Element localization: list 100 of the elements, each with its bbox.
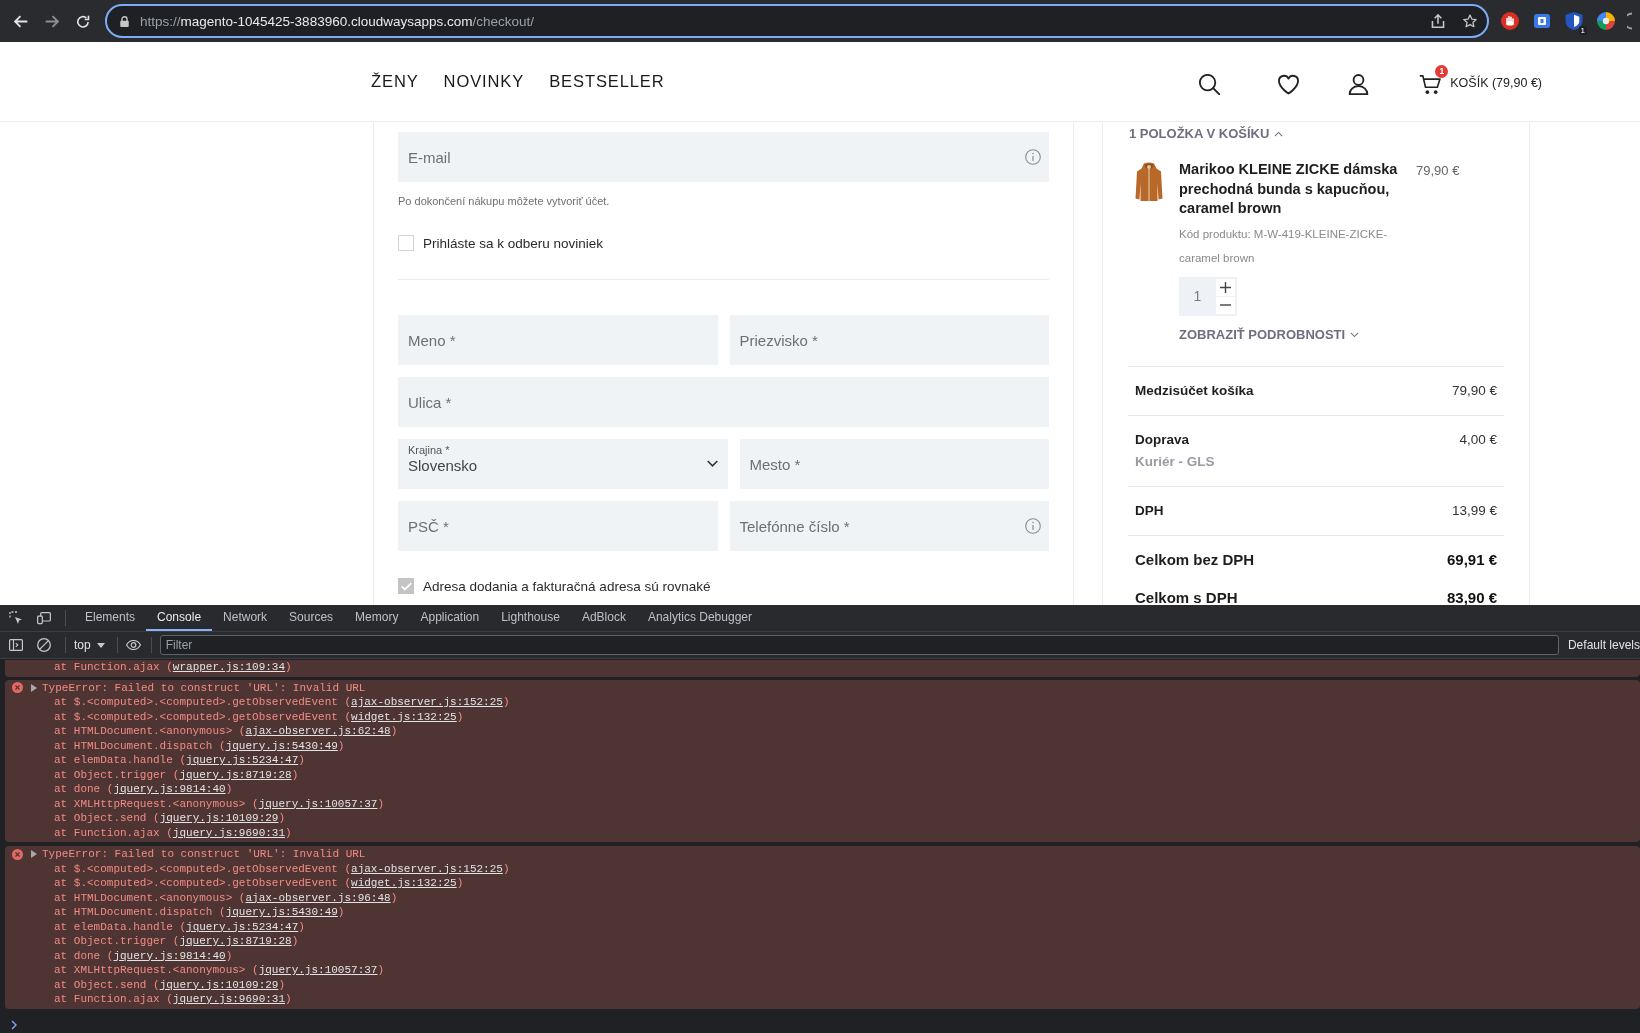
nav-link[interactable]: BESTSELLER <box>549 72 665 91</box>
source-link[interactable]: jquery.js:5234:47 <box>186 920 299 933</box>
nav-link[interactable]: NOVINKY <box>443 72 525 91</box>
caret-down-icon <box>96 642 105 648</box>
clear-console-icon[interactable] <box>37 638 51 652</box>
stack-frame: at HTMLDocument.dispatch (jquery.js:5430:49) <box>54 905 345 920</box>
stack-frame: at Object.trigger (jquery.js:8719:28) <box>54 934 299 949</box>
source-link[interactable]: jquery.js:9690:31 <box>172 993 286 1005</box>
reload-icon[interactable] <box>76 14 90 28</box>
devtools-tab[interactable]: AdBlock <box>570 605 637 631</box>
email-field[interactable]: E-mail <box>398 132 1049 182</box>
source-link[interactable]: jquery.js:10109:29 <box>159 812 279 824</box>
caret-up-icon <box>1274 131 1284 137</box>
user-icon[interactable] <box>1348 74 1370 95</box>
expand-triangle-icon[interactable] <box>31 683 37 692</box>
source-link[interactable]: jquery.js:10057:37 <box>258 964 378 976</box>
url-text[interactable]: https://magento-1045425-3883960.cloudwaysapps.com/checkout/ <box>140 13 535 29</box>
sidebar-toggle-icon[interactable] <box>9 638 23 652</box>
stack-frame: at done (jquery.js:9814:40) <box>54 948 233 963</box>
checkbox[interactable] <box>398 235 414 251</box>
input-field[interactable]: PSČ * <box>398 501 718 551</box>
select-value: Slovensko <box>408 457 478 474</box>
input-field[interactable]: Mesto * <box>739 439 1049 489</box>
forward-arrow-icon[interactable] <box>45 14 59 28</box>
tile-icon[interactable] <box>1533 12 1551 30</box>
filter-field[interactable]: Filter <box>159 635 1559 655</box>
share-icon[interactable] <box>1431 14 1445 28</box>
inspect-icon[interactable] <box>9 611 23 625</box>
source-link[interactable]: jquery.js:9690:31 <box>172 826 286 839</box>
search-icon[interactable] <box>1199 74 1221 95</box>
source-link[interactable]: widget.js:132:25 <box>351 877 457 889</box>
caret-down-icon <box>1350 331 1360 338</box>
devtools-tab[interactable]: Network <box>212 605 279 631</box>
source-link[interactable]: ajax-observer.js:96:48 <box>245 891 391 904</box>
source-link[interactable]: jquery.js:10109:29 <box>159 978 279 991</box>
stack-frame: at XMLHttpRequest.<anonymous> (jquery.js:10057:37) <box>54 963 385 978</box>
input-field[interactable]: Telefónne číslo * <box>729 501 1049 551</box>
stack-frame: at elemData.handle (jquery.js:5234:47) <box>54 753 305 768</box>
stack-frame: at elemData.handle (jquery.js:5234:47) <box>54 919 305 934</box>
source-link[interactable]: ajax-observer.js:152:25 <box>351 696 503 708</box>
log-levels-dropdown[interactable]: Default levels <box>1567 638 1640 652</box>
cart-icon[interactable] <box>1419 74 1442 95</box>
hand-icon[interactable] <box>1501 12 1519 30</box>
plus-icon <box>1220 281 1231 293</box>
stack-frame: at HTMLDocument.<anonymous> (ajax-observer.js:62:48) <box>54 724 398 739</box>
back-arrow-icon[interactable] <box>14 14 28 28</box>
context-dropdown[interactable]: top <box>74 638 105 652</box>
cart-items-toggle[interactable]: 1 POLOŽKA V KOŠÍKU <box>1129 125 1284 143</box>
input-field[interactable]: Priezvisko * <box>729 315 1049 365</box>
checkbox-label: Adresa dodania a fakturačná adresa sú rovnaké <box>423 578 711 594</box>
info-icon[interactable] <box>1025 149 1041 165</box>
decrease-button[interactable] <box>1216 296 1235 314</box>
eye-icon[interactable] <box>125 640 141 650</box>
source-link[interactable]: jquery.js:5430:49 <box>225 739 338 752</box>
star-icon[interactable] <box>1463 14 1477 28</box>
increase-button[interactable] <box>1216 278 1235 296</box>
source-link[interactable]: widget.js:132:25 <box>351 710 457 723</box>
heart-icon[interactable] <box>1278 74 1300 95</box>
shield-icon[interactable] <box>1565 12 1583 30</box>
checkbox-label: Prihláste sa k odberu noviniek <box>423 235 604 251</box>
device-toggle-icon[interactable] <box>37 611 51 625</box>
devtools-tab[interactable]: Memory <box>344 605 410 631</box>
devtools-tab[interactable]: Lighthouse <box>490 605 571 631</box>
show-details-toggle[interactable]: ZOBRAZIŤ PODROBNOSTI <box>1179 326 1360 343</box>
source-link[interactable]: jquery.js:8719:28 <box>179 768 292 781</box>
account-note: Po dokončení nákupu môžete vytvoriť účet. <box>398 194 610 208</box>
devtools-tab[interactable]: Elements <box>74 605 147 631</box>
stack-frame: at Function.ajax (jquery.js:9690:31) <box>54 992 292 1007</box>
source-link[interactable]: jquery.js:9814:40 <box>113 783 226 795</box>
address-bar[interactable]: https://magento-1045425-3883960.cloudwaysapps.com/checkout/ <box>105 4 1489 38</box>
cart-link[interactable]: KOŠÍK (79,90 €) <box>1450 75 1542 90</box>
quantity-field[interactable]: 1 <box>1179 276 1237 316</box>
devtools-tab[interactable]: Application <box>409 605 491 631</box>
source-link[interactable]: jquery.js:9814:40 <box>113 949 226 962</box>
info-icon[interactable] <box>1025 518 1041 534</box>
source-link[interactable]: ajax-observer.js:152:25 <box>351 862 503 875</box>
total-value: 69,91 € <box>1446 549 1497 570</box>
expand-triangle-icon[interactable] <box>31 850 37 859</box>
prompt-chevron-icon[interactable] <box>11 1019 17 1030</box>
source-link[interactable]: wrapper.js:109:34 <box>172 661 286 673</box>
error-icon <box>12 682 23 694</box>
input-field[interactable]: Ulica * <box>398 377 1049 427</box>
source-link[interactable]: jquery.js:5430:49 <box>225 906 338 918</box>
source-link[interactable]: jquery.js:8719:28 <box>179 935 292 947</box>
devtools-tab[interactable]: Sources <box>278 605 345 631</box>
extension-badge: 1 <box>1578 26 1587 35</box>
source-link[interactable]: ajax-observer.js:62:48 <box>245 725 391 737</box>
product-price: 79,90 € <box>1416 162 1460 180</box>
source-link[interactable]: jquery.js:5234:47 <box>186 754 299 766</box>
nav-link[interactable]: ŽENY <box>371 72 419 91</box>
source-link[interactable]: jquery.js:10057:37 <box>258 797 378 810</box>
devtools-tab[interactable]: Analytics Debugger <box>636 605 763 631</box>
stack-frame: at Object.send (jquery.js:10109:29) <box>54 811 286 826</box>
country-select[interactable]: Krajina * Slovensko <box>398 439 728 489</box>
error-text: TypeError: Failed to construct 'URL': Invalid URL <box>42 680 366 695</box>
checkbox[interactable] <box>398 578 414 594</box>
pie-icon[interactable] <box>1597 12 1615 30</box>
lock-icon[interactable] <box>120 15 129 27</box>
input-field[interactable]: Meno * <box>398 315 718 365</box>
stack-frame: at $.<computed>.<computed>.getObservedEvent (ajax-observer.js:152:25) <box>54 861 510 876</box>
